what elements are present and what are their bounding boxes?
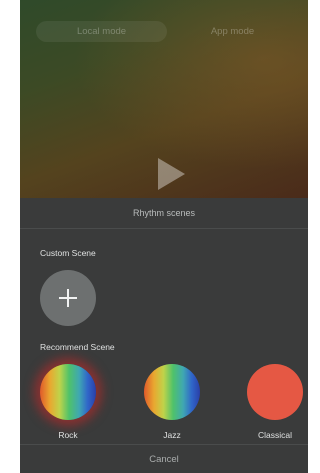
app-screen: Local mode App mode Rhythm scenes Custom… — [20, 0, 308, 473]
mode-toggle: Local mode App mode — [36, 21, 298, 42]
custom-scene-label: Custom Scene — [40, 248, 96, 258]
local-mode-tab[interactable]: Local mode — [36, 21, 167, 42]
scene-rock-label: Rock — [58, 430, 78, 440]
play-icon[interactable] — [158, 158, 185, 190]
recommend-scene-label: Recommend Scene — [40, 342, 115, 352]
scene-classical-swatch[interactable] — [247, 364, 303, 420]
scene-classical[interactable]: Classical — [247, 364, 303, 440]
scene-rock-swatch[interactable] — [40, 364, 96, 420]
scene-rock[interactable]: Rock — [40, 364, 96, 440]
scene-classical-label: Classical — [257, 430, 292, 440]
scene-jazz[interactable]: Jazz — [144, 364, 200, 440]
rhythm-scenes-sheet: Rhythm scenes Custom Scene Recommend Sce… — [20, 198, 308, 473]
app-mode-tab[interactable]: App mode — [167, 21, 298, 42]
light-preview-background: Local mode App mode — [20, 0, 308, 200]
cancel-button[interactable]: Cancel — [20, 444, 308, 473]
scene-jazz-label: Jazz — [163, 430, 181, 440]
scene-jazz-swatch[interactable] — [144, 364, 200, 420]
add-custom-scene-button[interactable] — [40, 270, 96, 326]
sheet-title: Rhythm scenes — [20, 198, 308, 229]
